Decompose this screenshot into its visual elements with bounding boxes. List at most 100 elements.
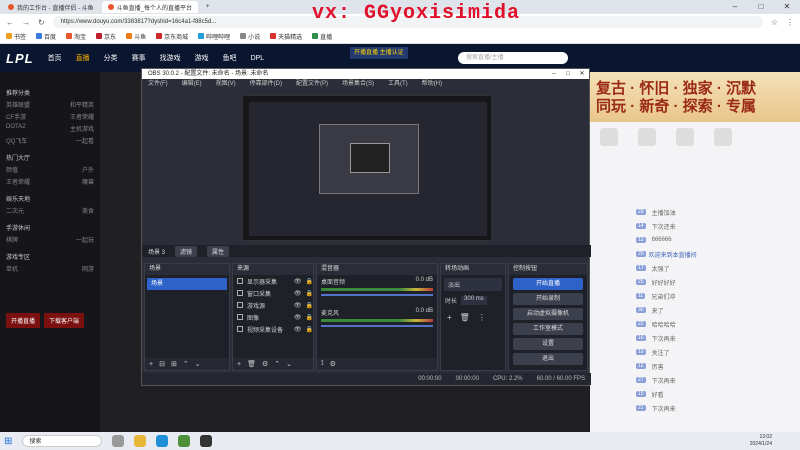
eye-icon[interactable]: 👁 — [294, 290, 302, 297]
nav-item[interactable]: 找游戏 — [160, 53, 181, 63]
bookmark-item[interactable]: 小说 — [240, 32, 260, 41]
nav-item[interactable]: 游戏 — [195, 53, 209, 63]
gift-icon[interactable] — [638, 128, 656, 146]
sidebar-link[interactable]: 魔兽 — [82, 177, 94, 186]
control-button[interactable]: 启动虚拟摄像机 — [513, 308, 583, 320]
remove-icon[interactable]: 🗑 — [247, 360, 256, 368]
obs-menu-item[interactable]: 文件(F) — [148, 79, 168, 89]
bookmark-item[interactable]: 天猫精选 — [270, 32, 302, 41]
source-item[interactable]: 显示器采集 👁 🔒 — [233, 275, 313, 287]
browser-tab[interactable]: 我的工作台 - 直播伴侣 - 斗鱼 — [2, 1, 100, 13]
remove-icon[interactable]: 🗑 — [460, 313, 470, 322]
bookmark-item[interactable]: 京东 — [96, 32, 116, 41]
bookmark-item[interactable]: 斗鱼 — [126, 32, 146, 41]
nav-item[interactable]: 鱼吧 — [223, 53, 237, 63]
menu-icon[interactable]: ⋮ — [786, 18, 794, 27]
sidebar-button[interactable]: 下载客户端 — [44, 313, 85, 328]
obs-close-button[interactable]: ✕ — [575, 69, 589, 79]
add-icon[interactable]: + — [237, 361, 241, 368]
sidebar-link[interactable]: 王者荣耀 — [70, 112, 94, 121]
sidebar-link[interactable]: 单机 — [6, 264, 18, 273]
taskbar-clock[interactable]: 13:02 2024/1/24 — [750, 434, 800, 448]
obs-menu-item[interactable]: 帮助(H) — [422, 79, 442, 89]
obs-menu-item[interactable]: 场景集合(S) — [342, 79, 374, 89]
file-explorer-icon[interactable] — [134, 435, 147, 447]
gift-icon[interactable] — [676, 128, 694, 146]
nav-item[interactable]: 分类 — [104, 53, 118, 63]
sidebar-link[interactable]: CF手游 — [6, 112, 26, 121]
control-button[interactable]: 设置 — [513, 338, 583, 350]
sidebar-button[interactable]: 开播直播 — [6, 313, 41, 328]
obs-minimize-button[interactable]: – — [547, 69, 561, 79]
source-item[interactable]: 图像 👁 🔒 — [233, 311, 313, 323]
back-icon[interactable]: ← — [6, 18, 14, 27]
bookmark-item[interactable]: 京东商城 — [156, 32, 188, 41]
bookmark-item[interactable]: 直播 — [312, 32, 332, 41]
close-button[interactable]: ✕ — [774, 0, 800, 14]
up-icon[interactable]: ⌃ — [274, 360, 280, 368]
obs-menu-item[interactable]: 停靠部件(D) — [250, 79, 282, 89]
eye-icon[interactable]: 👁 — [294, 302, 302, 309]
transition-type-select[interactable]: 淡出 — [444, 278, 502, 291]
lock-icon[interactable]: 🔒 — [306, 290, 313, 297]
obs-menu-item[interactable]: 工具(T) — [388, 79, 408, 89]
sidebar-link[interactable]: 户外 — [82, 165, 94, 174]
sidebar-link[interactable]: 棋牌 — [6, 235, 18, 244]
volume-slider[interactable] — [321, 294, 433, 296]
source-item[interactable]: 窗口采集 👁 🔒 — [233, 287, 313, 299]
add-icon[interactable]: + — [149, 361, 153, 368]
link-icon[interactable]: ⟟ — [321, 360, 324, 368]
eye-icon[interactable]: 👁 — [294, 326, 302, 333]
scene-item[interactable]: 场景 — [147, 278, 227, 290]
start-icon[interactable]: ⊞ — [4, 436, 12, 447]
sidebar-link[interactable]: 二次元 — [6, 206, 24, 215]
nav-item[interactable]: 直播 — [76, 53, 90, 63]
sidebar-link[interactable]: 美食 — [82, 206, 94, 215]
nav-item[interactable]: 赛事 — [132, 53, 146, 63]
more-icon[interactable]: ⋮ — [478, 313, 486, 322]
edge-icon[interactable] — [156, 435, 169, 447]
duration-input[interactable]: 300 ms — [461, 296, 487, 305]
bookmark-item[interactable]: 书签 — [6, 32, 26, 41]
source-item[interactable]: 视频采集设备 👁 🔒 — [233, 323, 313, 335]
remove-icon[interactable]: ⊟ — [159, 360, 165, 368]
eye-icon[interactable]: 👁 — [294, 278, 302, 285]
bookmark-item[interactable]: 哔哩哔哩 — [198, 32, 230, 41]
taskbar-search[interactable]: 搜索 — [22, 435, 103, 447]
star-icon[interactable]: ☆ — [771, 18, 778, 27]
nav-item[interactable]: DPL — [251, 55, 265, 62]
control-button[interactable]: 开始录制 — [513, 293, 583, 305]
chrome-icon[interactable] — [178, 435, 191, 447]
sidebar-link[interactable]: 一起玩 — [76, 235, 94, 244]
sidebar-link[interactable]: 颜值 — [6, 165, 18, 174]
obs-menu-item[interactable]: 编辑(E) — [182, 79, 202, 89]
maximize-button[interactable]: □ — [748, 0, 774, 14]
lock-icon[interactable]: 🔒 — [306, 314, 313, 321]
obs-menu-item[interactable]: 配置文件(P) — [296, 79, 328, 89]
control-button[interactable]: 开始直播 — [513, 278, 583, 290]
site-search-input[interactable]: 搜索直播/主播 — [458, 52, 568, 64]
sidebar-link[interactable]: 网游 — [82, 264, 94, 273]
bookmark-item[interactable]: 淘宝 — [66, 32, 86, 41]
lock-icon[interactable]: 🔒 — [306, 326, 313, 333]
sidebar-link[interactable]: 英雄联盟 — [6, 100, 30, 109]
obs-preview[interactable] — [242, 95, 492, 241]
gift-icon[interactable] — [600, 128, 618, 146]
source-item[interactable]: 游戏源 👁 🔒 — [233, 299, 313, 311]
lock-icon[interactable]: 🔒 — [306, 278, 313, 285]
sidebar-link[interactable]: 一起看 — [76, 136, 94, 145]
nav-item[interactable]: 首页 — [48, 53, 62, 63]
gift-icon[interactable] — [714, 128, 732, 146]
sidebar-link[interactable]: 和平精英 — [70, 100, 94, 109]
obs-maximize-button[interactable]: □ — [561, 69, 575, 79]
task-view-icon[interactable] — [112, 435, 125, 447]
control-button[interactable]: 退出 — [513, 353, 583, 365]
sidebar-link[interactable]: 主机游戏 — [70, 124, 94, 133]
lock-icon[interactable]: 🔒 — [306, 302, 313, 309]
filters-button[interactable]: 滤镜 — [175, 245, 198, 257]
browser-tab-active[interactable]: 斗鱼直播_每个人的直播平台 — [101, 1, 199, 13]
new-tab-button[interactable]: + — [200, 1, 216, 13]
gear-icon[interactable]: ⚙ — [330, 360, 336, 368]
eye-icon[interactable]: 👁 — [294, 314, 302, 321]
minimize-button[interactable]: – — [722, 0, 748, 14]
